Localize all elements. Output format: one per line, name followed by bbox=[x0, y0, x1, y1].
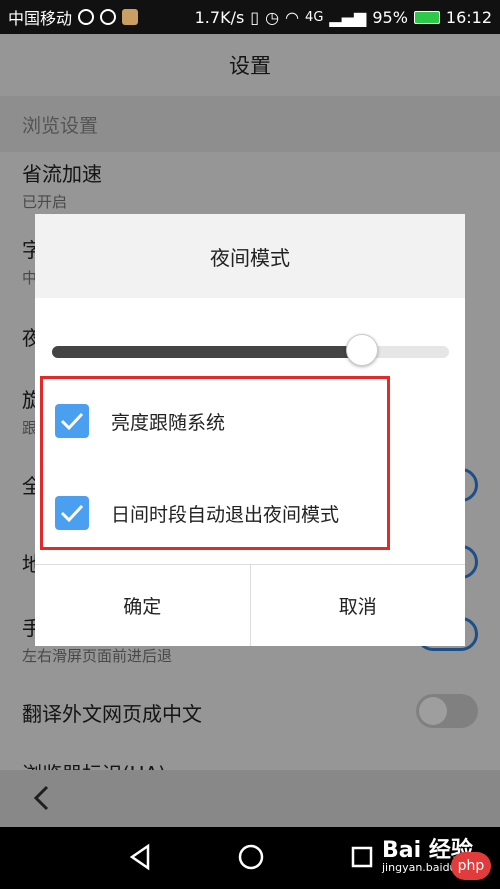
app-icon bbox=[122, 9, 139, 25]
checkbox-checked[interactable] bbox=[55, 404, 89, 438]
battery-icon bbox=[413, 10, 440, 24]
nav-home-icon[interactable] bbox=[237, 843, 265, 871]
night-mode-dialog: 夜间模式 亮度跟随系统 日间时段自动退出夜间模式 确定 取消 bbox=[35, 214, 465, 646]
cancel-button[interactable]: 取消 bbox=[249, 565, 466, 646]
php-badge: php bbox=[451, 852, 491, 880]
option-follow-system[interactable]: 亮度跟随系统 bbox=[55, 404, 225, 438]
network-type: 4G bbox=[305, 9, 324, 25]
wifi-icon: ◠ bbox=[285, 7, 300, 27]
battery-percent: 95% bbox=[372, 7, 408, 27]
search-icon bbox=[78, 9, 95, 25]
network-speed: 1.7K/s bbox=[194, 7, 245, 27]
checkbox-checked[interactable] bbox=[55, 496, 89, 530]
nav-recents-icon[interactable] bbox=[350, 843, 374, 871]
checkmark-icon bbox=[60, 412, 84, 431]
brightness-slider[interactable] bbox=[52, 346, 449, 358]
dialog-title: 夜间模式 bbox=[35, 214, 465, 298]
slider-thumb[interactable] bbox=[345, 334, 378, 366]
confirm-button[interactable]: 确定 bbox=[35, 565, 250, 646]
carrier-label: 中国移动 bbox=[8, 9, 73, 28]
alarm-icon: ◷ bbox=[265, 7, 280, 27]
option-label: 亮度跟随系统 bbox=[111, 411, 226, 434]
weibo-icon bbox=[100, 9, 117, 25]
clock: 16:12 bbox=[445, 7, 492, 27]
checkmark-icon bbox=[60, 504, 84, 523]
status-bar: 中国移动 1.7K/s ▯ ◷ ◠ 4G ▂▄▆ 95% 16:12 bbox=[0, 0, 500, 34]
slider-fill bbox=[52, 346, 362, 358]
nav-back-icon[interactable] bbox=[128, 843, 152, 871]
option-label: 日间时段自动退出夜间模式 bbox=[111, 503, 340, 526]
signal-icon: ▂▄▆ bbox=[329, 7, 367, 27]
dialog-button-bar: 确定 取消 bbox=[35, 564, 465, 646]
vibrate-icon: ▯ bbox=[250, 7, 260, 27]
option-auto-exit[interactable]: 日间时段自动退出夜间模式 bbox=[55, 496, 339, 530]
